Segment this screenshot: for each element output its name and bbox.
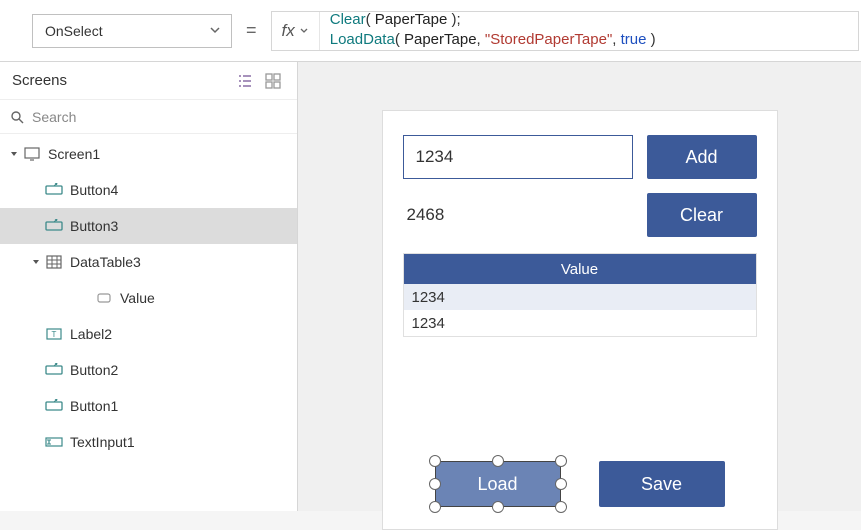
search-box[interactable]: Search [0, 100, 297, 134]
tree-item-textinput1[interactable]: TextInput1 [0, 424, 297, 460]
tree-item-datatable3[interactable]: DataTable3 [0, 244, 297, 280]
add-button[interactable]: Add [647, 135, 757, 179]
resize-handle[interactable] [555, 478, 567, 490]
button-icon [44, 217, 64, 235]
table-row[interactable]: 1234 [404, 310, 756, 336]
tree-item-label: Button3 [70, 218, 118, 234]
tree-view-icon[interactable] [233, 69, 257, 93]
chevron-down-icon [209, 24, 221, 36]
save-button[interactable]: Save [599, 461, 725, 507]
svg-text:T: T [52, 330, 57, 339]
tree-item-label: Value [120, 290, 155, 306]
equals-sign: = [246, 20, 257, 41]
tree-item-label: Screen1 [48, 146, 100, 162]
caret-icon[interactable] [6, 150, 22, 158]
button-icon [44, 181, 64, 199]
tree-item-label: TextInput1 [70, 434, 135, 450]
tree-item-button4[interactable]: Button4 [0, 172, 297, 208]
field-icon [94, 289, 114, 307]
tree-item-label: Button4 [70, 182, 118, 198]
tree-item-label: Button2 [70, 362, 118, 378]
resize-handle[interactable] [429, 455, 441, 467]
caret-icon[interactable] [28, 258, 44, 266]
tree-item-label: Button1 [70, 398, 118, 414]
data-table[interactable]: Value 12341234 [403, 253, 757, 337]
screen-icon [22, 145, 42, 163]
tree-view: Screen1 Button4 Button3 DataTable3 Value T Lab… [0, 134, 297, 460]
screens-panel: Screens Search Screen1 Button4 Button3 Data… [0, 62, 298, 511]
formula-text[interactable]: Clear( PaperTape ); LoadData( PaperTape,… [320, 7, 666, 55]
screens-header: Screens [0, 62, 297, 100]
table-header: Value [404, 254, 756, 284]
formula-toolbar: OnSelect = fx Clear( PaperTape ); LoadDa… [0, 0, 861, 62]
textinput-icon [44, 433, 64, 451]
fx-icon[interactable]: fx [272, 12, 320, 50]
search-placeholder: Search [32, 109, 76, 125]
tree-item-button2[interactable]: Button2 [0, 352, 297, 388]
tree-item-label: Label2 [70, 326, 112, 342]
tree-item-button1[interactable]: Button1 [0, 388, 297, 424]
button-icon [44, 397, 64, 415]
button-icon [44, 361, 64, 379]
property-dropdown-label: OnSelect [45, 23, 103, 39]
table-icon [44, 253, 64, 271]
app-preview: 1234 Add 2468 Clear Value 12341234 Load [382, 110, 778, 530]
resize-handle[interactable] [492, 501, 504, 513]
table-row[interactable]: 1234 [404, 284, 756, 310]
clear-button[interactable]: Clear [647, 193, 757, 237]
output-label: 2468 [403, 205, 633, 225]
formula-bar[interactable]: fx Clear( PaperTape ); LoadData( PaperTa… [271, 11, 859, 51]
property-dropdown[interactable]: OnSelect [32, 14, 232, 48]
design-canvas[interactable]: 1234 Add 2468 Clear Value 12341234 Load [298, 62, 861, 511]
load-button-selected[interactable]: Load [435, 461, 561, 507]
tree-item-button3[interactable]: Button3 [0, 208, 297, 244]
chevron-down-icon [299, 26, 309, 36]
tree-item-value[interactable]: Value [0, 280, 297, 316]
resize-handle[interactable] [429, 501, 441, 513]
label-icon: T [44, 325, 64, 343]
resize-handle[interactable] [555, 455, 567, 467]
screens-title: Screens [12, 72, 229, 89]
resize-handle[interactable] [555, 501, 567, 513]
tree-item-label: DataTable3 [70, 254, 141, 270]
resize-handle[interactable] [429, 478, 441, 490]
resize-handle[interactable] [492, 455, 504, 467]
thumbnail-view-icon[interactable] [261, 69, 285, 93]
tree-item-label2[interactable]: T Label2 [0, 316, 297, 352]
text-input[interactable]: 1234 [403, 135, 633, 179]
tree-item-screen1[interactable]: Screen1 [0, 136, 297, 172]
search-icon [10, 110, 24, 124]
